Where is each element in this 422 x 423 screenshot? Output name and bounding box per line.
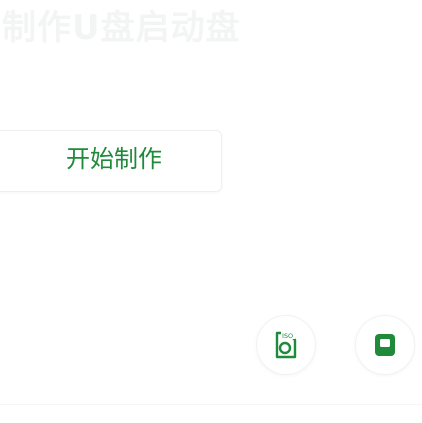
start-make-button-label: 开始制作 [66, 145, 162, 173]
start-make-button[interactable]: 开始制作 [0, 130, 222, 192]
page: 制作U盘启动盘 开始制作 ISO [0, 0, 422, 423]
iso-disc-icon: ISO [275, 331, 297, 359]
usb-mode-button[interactable] [355, 315, 415, 375]
usb-drive-icon [375, 334, 395, 356]
iso-mode-button[interactable]: ISO [256, 315, 316, 375]
iso-icon-text: ISO [282, 332, 293, 340]
page-title: 制作U盘启动盘 [2, 8, 241, 48]
bottom-divider [0, 404, 422, 405]
